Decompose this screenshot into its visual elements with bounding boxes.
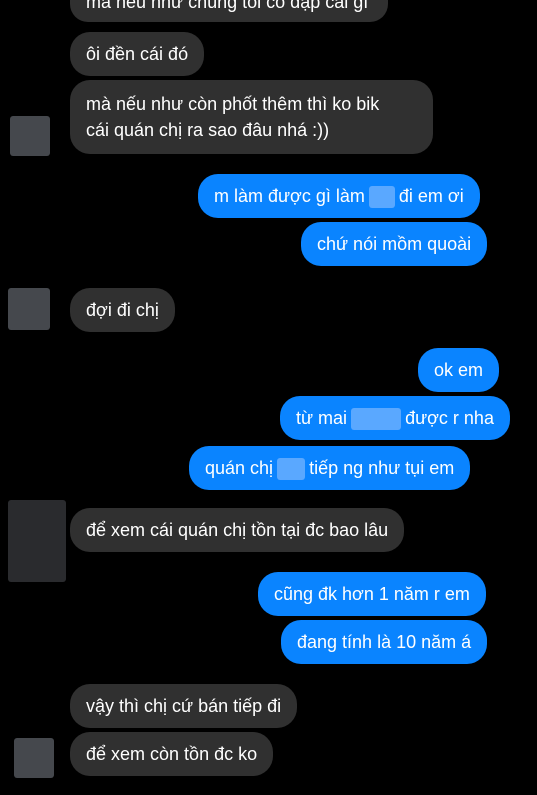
message-text: đợi đi chị <box>86 300 159 320</box>
message-text: đang tính là 10 năm á <box>297 632 472 652</box>
message-bubble[interactable]: mà nếu như chúng tôi có đập cái gì <box>70 0 388 22</box>
message-bubble[interactable]: ôi đền cái đó <box>70 32 205 76</box>
contact-avatar[interactable] <box>8 288 50 330</box>
message-text: được r nha <box>405 408 494 428</box>
message-text-line: mà nếu như còn phốt thêm thì ko bik <box>86 94 380 114</box>
message-text: tiếp ng như tụi em <box>309 458 455 478</box>
message-text: quán chị <box>205 458 274 478</box>
message-text: chứ nói mồm quoài <box>317 234 472 254</box>
redacted-word <box>368 186 395 209</box>
message-bubble[interactable]: để xem còn tồn đc ko <box>70 732 274 776</box>
message-bubble[interactable]: quán chị tiếp ng như tụi em <box>189 446 471 490</box>
contact-avatar[interactable] <box>8 500 66 582</box>
message-text: để xem còn tồn đc ko <box>86 744 258 764</box>
message-text: đi em ơi <box>398 186 464 206</box>
contact-avatar[interactable] <box>14 738 54 778</box>
message-bubble[interactable]: vậy thì chị cứ bán tiếp đi <box>70 684 298 728</box>
message-bubble[interactable]: cũng đk hơn 1 năm r em <box>258 572 486 616</box>
message-text: m làm được gì làm <box>214 186 365 206</box>
redacted-word <box>351 408 402 431</box>
message-bubble[interactable]: mà nếu như còn phốt thêm thì ko bik cái … <box>70 80 433 154</box>
redacted-word <box>277 458 306 481</box>
message-text: cũng đk hơn 1 năm r em <box>274 584 470 604</box>
message-text: vậy thì chị cứ bán tiếp đi <box>86 696 282 716</box>
message-bubble[interactable]: từ mai được r nha <box>280 396 510 440</box>
contact-avatar[interactable] <box>10 116 50 156</box>
message-bubble[interactable]: ok em <box>418 348 500 392</box>
message-bubble[interactable]: chứ nói mồm quoài <box>301 222 488 266</box>
message-bubble[interactable]: để xem cái quán chị tồn tại đc bao lâu <box>70 508 405 552</box>
message-text: ok em <box>434 360 484 380</box>
message-text: ôi đền cái đó <box>86 44 189 64</box>
message-text: từ mai <box>296 408 348 428</box>
message-text: mà nếu như chúng tôi có đập cái gì <box>86 0 369 12</box>
message-bubble[interactable]: đợi đi chị <box>70 288 175 332</box>
message-text-line: cái quán chị ra sao đâu nhá :)) <box>86 120 330 140</box>
message-bubble[interactable]: m làm được gì làm đi em ơi <box>198 174 480 218</box>
message-bubble[interactable]: đang tính là 10 năm á <box>281 620 488 664</box>
message-text: để xem cái quán chị tồn tại đc bao lâu <box>86 520 389 540</box>
